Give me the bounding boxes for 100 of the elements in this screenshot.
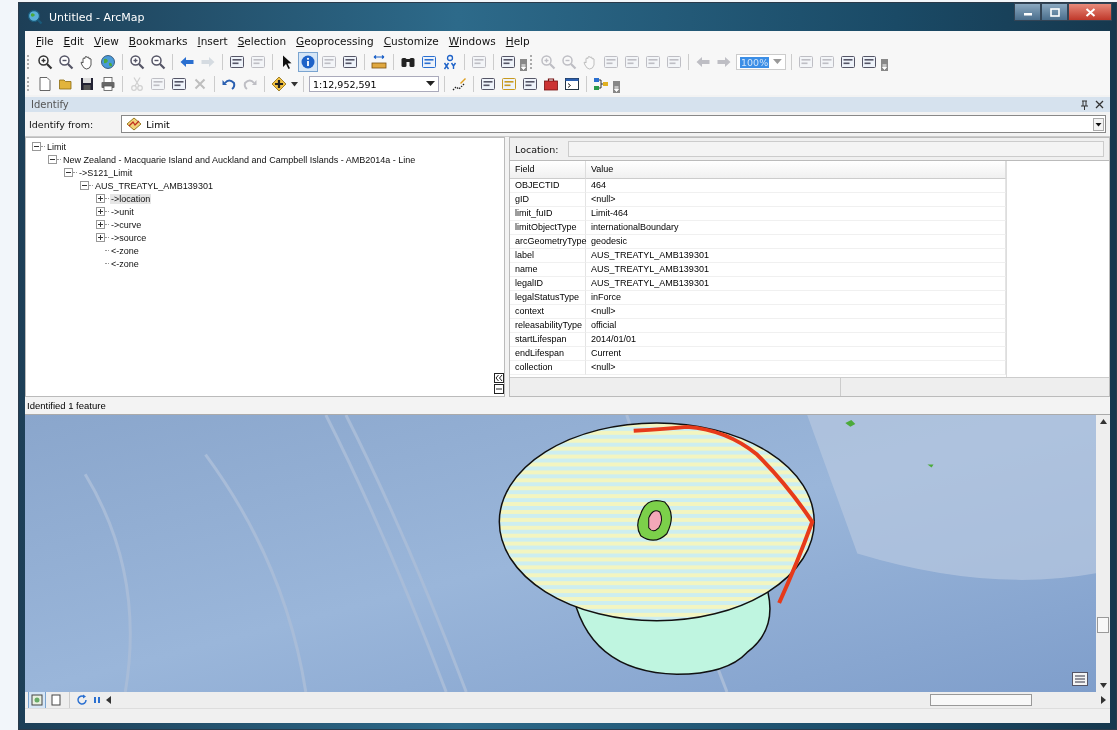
python-window-icon[interactable] xyxy=(563,75,581,93)
tree-item[interactable]: ->source xyxy=(110,232,148,243)
table-cell: <null> xyxy=(586,305,1006,319)
island-speck xyxy=(845,419,856,427)
table-cell: limitObjectType xyxy=(510,221,586,235)
table-cell: legalID xyxy=(510,277,586,291)
table-of-contents-icon[interactable] xyxy=(1072,672,1088,686)
location-label: Location: xyxy=(515,143,559,155)
model-builder-icon[interactable] xyxy=(592,75,610,93)
tree-item[interactable]: <-zone xyxy=(110,258,140,269)
vertical-scrollbar-thumb[interactable] xyxy=(1097,617,1109,633)
double-chevron-icon[interactable] xyxy=(494,373,504,383)
table-cell: AUS_TREATYL_AMB139301 xyxy=(586,277,1006,291)
new-document-icon[interactable] xyxy=(36,75,54,93)
table-cell: context xyxy=(510,305,586,319)
table-cell: AUS_TREATYL_AMB139301 xyxy=(586,263,1006,277)
zoom-in-icon[interactable] xyxy=(36,53,54,71)
table-cell: arcGeometryType xyxy=(510,235,586,249)
location-field[interactable] xyxy=(568,141,1104,157)
table-cell: official xyxy=(586,319,1006,333)
zoom-out-icon[interactable] xyxy=(57,53,75,71)
refresh-icon[interactable] xyxy=(76,694,88,706)
table-cell: releasabilityType xyxy=(510,319,586,333)
dropdown-icon[interactable] xyxy=(291,81,298,87)
xy-icon[interactable] xyxy=(441,53,459,71)
table-cell: gID xyxy=(510,193,586,207)
menu-item[interactable]: Edit xyxy=(58,35,89,47)
maximize-button[interactable] xyxy=(1041,3,1068,21)
window-title: Untitled - ArcMap xyxy=(49,10,145,24)
collapse-icon[interactable] xyxy=(80,181,89,190)
expand-icon[interactable] xyxy=(96,194,105,203)
minus-icon[interactable] xyxy=(494,384,504,394)
table-cell: collection xyxy=(510,361,586,375)
tree-item[interactable]: Limit xyxy=(46,141,67,152)
menu-item[interactable]: Windows xyxy=(443,35,501,47)
toolbar-options-icon[interactable] xyxy=(520,59,527,71)
toolbar-options-icon[interactable] xyxy=(613,81,620,93)
info-icon[interactable] xyxy=(299,53,317,71)
table-cell: inForce xyxy=(586,291,1006,305)
menu-item[interactable]: Selection xyxy=(232,35,292,47)
dropdown-icon xyxy=(426,81,435,87)
minimize-button[interactable] xyxy=(1014,3,1041,21)
scale-combo[interactable]: 1:12,952,591 xyxy=(309,76,439,92)
toolbox-icon[interactable] xyxy=(542,75,560,93)
app-globe-icon xyxy=(27,9,43,25)
fixed-zoom-out-icon[interactable] xyxy=(149,53,167,71)
identify-from-label: Identify from: xyxy=(29,118,94,130)
menu-item[interactable]: Insert xyxy=(192,35,233,47)
collapse-icon[interactable] xyxy=(32,142,41,151)
table-cell: startLifespan xyxy=(510,333,586,347)
fixed-zoom-in-icon[interactable] xyxy=(128,53,146,71)
add-data-icon[interactable] xyxy=(270,75,288,93)
column-header[interactable]: Field xyxy=(510,161,586,179)
tree-item[interactable]: New Zealand - Macquarie Island and Auckland and Campbell Islands - AMB2014a - Line xyxy=(62,154,417,165)
menu-item[interactable]: Help xyxy=(500,35,535,47)
editor-icon[interactable] xyxy=(450,75,468,93)
scroll-down-icon[interactable] xyxy=(1099,683,1107,688)
table-cell: endLifespan xyxy=(510,347,586,361)
menu-item[interactable]: View xyxy=(88,35,124,47)
data-view-icon[interactable] xyxy=(29,692,45,708)
layout-view-icon[interactable] xyxy=(49,693,63,707)
collapse-icon[interactable] xyxy=(64,168,73,177)
tree-item[interactable]: <-zone xyxy=(110,245,140,256)
expand-icon[interactable] xyxy=(96,233,105,242)
tree-item[interactable]: ->S121_Limit xyxy=(78,167,134,178)
table-cell: 2014/01/01 xyxy=(586,333,1006,347)
close-button[interactable] xyxy=(1068,3,1112,21)
printer-icon[interactable] xyxy=(99,75,117,93)
collapse-icon[interactable] xyxy=(48,155,57,164)
close-icon[interactable] xyxy=(1095,100,1104,109)
tree-item[interactable]: AUS_TREATYL_AMB139301 xyxy=(94,180,214,191)
globe-icon[interactable] xyxy=(99,53,117,71)
scroll-up-icon[interactable] xyxy=(1099,419,1107,424)
scroll-left-icon[interactable] xyxy=(106,696,112,704)
menu-item[interactable]: File xyxy=(31,35,59,47)
pin-icon[interactable] xyxy=(1080,99,1089,110)
column-header[interactable]: Value xyxy=(586,161,1006,179)
menu-item[interactable]: Bookmarks xyxy=(123,35,193,47)
dropdown-icon xyxy=(1093,117,1104,131)
table-cell: <null> xyxy=(586,193,1006,207)
identify-from-dropdown[interactable]: Limit xyxy=(121,115,1106,133)
expand-icon[interactable] xyxy=(96,207,105,216)
menu-item[interactable]: Customize xyxy=(378,35,444,47)
table-cell: name xyxy=(510,263,586,277)
status-text: Identified 1 feature xyxy=(27,400,106,411)
table-cell: AUS_TREATYL_AMB139301 xyxy=(586,249,1006,263)
tree-item[interactable]: ->unit xyxy=(110,206,135,217)
table-cell: internationalBoundary xyxy=(586,221,1006,235)
expand-icon[interactable] xyxy=(96,220,105,229)
tree-item[interactable]: ->location xyxy=(110,193,152,204)
table-cell: legalStatusType xyxy=(510,291,586,305)
table-cell: label xyxy=(510,249,586,263)
dropdown-icon xyxy=(773,59,782,65)
pause-icon[interactable] xyxy=(92,695,102,705)
menu-item[interactable]: Geoprocessing xyxy=(291,35,379,47)
horizontal-scrollbar-thumb[interactable] xyxy=(930,694,1032,706)
ruler-icon[interactable] xyxy=(370,53,388,71)
toolbar-options-icon[interactable] xyxy=(881,59,888,71)
tree-item[interactable]: ->curve xyxy=(110,219,143,230)
scroll-right-icon[interactable] xyxy=(1100,696,1106,704)
